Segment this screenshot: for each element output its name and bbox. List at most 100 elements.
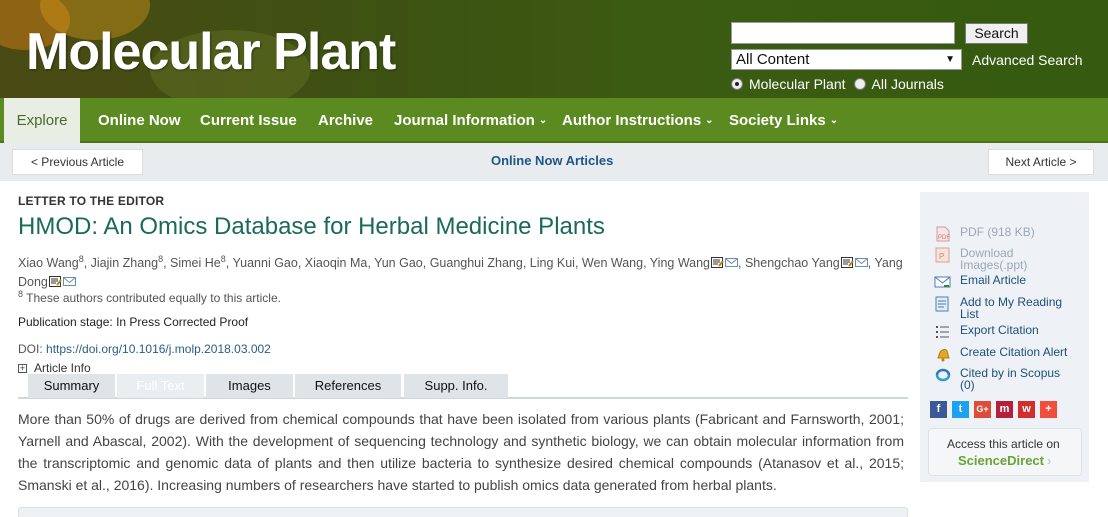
author-name[interactable]: Xiaoqin Ma [305, 256, 368, 270]
radio-molecular-plant[interactable] [731, 78, 743, 90]
nav-society-links-label: Society Links [729, 112, 826, 129]
twitter-icon[interactable]: t [952, 401, 969, 418]
author-affiliation-sup: 8 [158, 254, 164, 264]
author-name[interactable]: Wen Wang [582, 256, 643, 270]
expand-plus-icon: + [18, 362, 27, 373]
email-article-label: Email Article [960, 273, 1027, 287]
chevron-down-icon: ⌄ [829, 115, 839, 126]
nav-journal-information-label: Journal Information [394, 112, 535, 129]
nav-society-links[interactable]: Society Links ⌄ [729, 98, 838, 143]
tab-supp-info[interactable]: Supp. Info. [404, 374, 508, 398]
correspondence-icon[interactable] [840, 257, 854, 269]
nav-online-now[interactable]: Online Now [98, 98, 181, 143]
social-share-bar: f t G+ m w + [930, 401, 1062, 418]
add-reading-list-link[interactable]: Add to My Reading List [934, 296, 1074, 320]
author-name[interactable]: Xiao Wang [18, 256, 79, 270]
export-citation-label: Export Citation [960, 323, 1039, 337]
tab-references[interactable]: References [295, 374, 401, 398]
tab-images[interactable]: Images [206, 374, 293, 398]
radio-molecular-plant-label: Molecular Plant [749, 76, 846, 92]
tab-full-text[interactable]: Full Text [117, 374, 204, 398]
google-plus-icon[interactable]: G+ [974, 401, 991, 418]
author-name[interactable]: Shengchao Yang [745, 256, 840, 270]
mendeley-icon[interactable]: m [996, 401, 1013, 418]
article-pager: < Previous Article Online Now Articles N… [0, 143, 1108, 181]
author-name[interactable]: Yuanni Gao [233, 256, 298, 270]
online-now-articles-link[interactable]: Online Now Articles [491, 153, 613, 168]
citation-alert-label: Create Citation Alert [960, 345, 1068, 359]
nav-current-issue[interactable]: Current Issue [200, 98, 297, 143]
nav-journal-information[interactable]: Journal Information ⌄ [394, 98, 547, 143]
svg-text:PDF: PDF [938, 235, 950, 241]
email-icon[interactable] [725, 257, 739, 268]
advanced-search-link[interactable]: Advanced Search [972, 52, 1083, 68]
site-header: Molecular Plant Search All Content ▼ Adv… [0, 0, 1108, 98]
main-nav: Explore Online Now Current Issue Archive… [0, 98, 1108, 143]
author-name[interactable]: Simei He [170, 256, 221, 270]
nav-explore[interactable]: Explore [4, 98, 80, 143]
email-article-link[interactable]: Email Article [934, 274, 1026, 290]
author-name[interactable]: Ying Wang [650, 256, 710, 270]
doi-link[interactable]: https://doi.org/10.1016/j.molp.2018.03.0… [46, 342, 271, 356]
journal-logo[interactable]: Molecular Plant [26, 22, 396, 82]
weibo-icon[interactable]: w [1018, 401, 1035, 418]
export-citation-link[interactable]: Export Citation [934, 324, 1039, 340]
svg-text:P: P [939, 252, 944, 261]
author-name[interactable]: Guanghui Zhang [430, 256, 523, 270]
publication-stage: Publication stage: In Press Corrected Pr… [18, 315, 249, 329]
email-icon[interactable] [62, 276, 76, 287]
citation-alert-link[interactable]: Create Citation Alert [934, 346, 1067, 362]
radio-all-journals-label: All Journals [871, 76, 944, 92]
author-affiliation-sup: 8 [220, 254, 226, 264]
access-text: Access this article on [947, 437, 1060, 451]
add-reading-list-label: Add to My Reading List [960, 295, 1063, 321]
section-box [18, 507, 908, 517]
tab-summary[interactable]: Summary [28, 374, 115, 398]
article-type: LETTER TO THE EDITOR [18, 194, 165, 208]
author-affiliation-sup: 8 [78, 254, 84, 264]
article-title: HMOD: An Omics Database for Herbal Medic… [18, 213, 605, 240]
reading-list-icon [935, 296, 949, 312]
dropdown-arrow-icon: ▼ [945, 54, 955, 65]
nav-author-instructions[interactable]: Author Instructions ⌄ [562, 98, 714, 143]
sciencedirect-label: ScienceDirect [958, 453, 1044, 468]
search-input[interactable] [731, 22, 955, 44]
author-name[interactable]: Ling Kui [530, 256, 575, 270]
pdf-label: PDF (918 KB) [960, 225, 1035, 239]
doi-label: DOI: [18, 342, 43, 356]
download-images-link[interactable]: P Download Images(.ppt) [934, 247, 1044, 271]
footnote-marker: 8 [18, 289, 24, 299]
author-name[interactable]: Yun Gao [374, 256, 423, 270]
list-icon [936, 326, 949, 338]
next-article-button[interactable]: Next Article > [988, 149, 1094, 175]
author-list: Xiao Wang8, Jiajin Zhang8, Simei He8, Yu… [18, 254, 903, 290]
article-info-toggle[interactable]: + Article Info [18, 361, 91, 375]
scopus-icon [935, 368, 951, 382]
content-scope-select[interactable]: All Content ▼ [731, 49, 962, 70]
download-images-label: Download Images(.ppt) [960, 246, 1028, 272]
sciencedirect-access-box[interactable]: Access this article on ScienceDirect › [928, 428, 1082, 476]
article-tools-sidebar: PDF PDF (918 KB) P Download Images(.ppt)… [920, 192, 1089, 482]
article-tabs: Summary Full Text Images References Supp… [18, 374, 908, 399]
footnote-text: These authors contributed equally to thi… [26, 291, 281, 305]
powerpoint-icon: P [935, 247, 950, 263]
facebook-icon[interactable]: f [930, 401, 947, 418]
radio-all-journals[interactable] [853, 78, 866, 90]
scopus-citations-link[interactable]: Cited by in Scopus (0) [934, 367, 1074, 391]
email-icon[interactable] [854, 257, 868, 268]
equal-contribution-note: 8 These authors contributed equally to t… [18, 289, 281, 305]
nav-archive[interactable]: Archive [318, 98, 373, 143]
nav-author-instructions-label: Author Instructions [562, 112, 702, 129]
sciencedirect-link[interactable]: ScienceDirect › [958, 453, 1051, 468]
more-share-icon[interactable]: + [1040, 401, 1057, 418]
article-body-paragraph: More than 50% of drugs are derived from … [18, 411, 904, 493]
chevron-down-icon: ⌄ [705, 115, 714, 126]
author-name[interactable]: Jiajin Zhang [91, 256, 158, 270]
chevron-right-icon: › [1047, 453, 1052, 468]
search-button[interactable]: Search [965, 23, 1028, 44]
pdf-link[interactable]: PDF PDF (918 KB) [934, 226, 1035, 242]
content-scope-value: All Content [736, 51, 810, 68]
correspondence-icon[interactable] [48, 276, 62, 288]
previous-article-button[interactable]: < Previous Article [12, 149, 143, 175]
correspondence-icon[interactable] [711, 257, 724, 269]
